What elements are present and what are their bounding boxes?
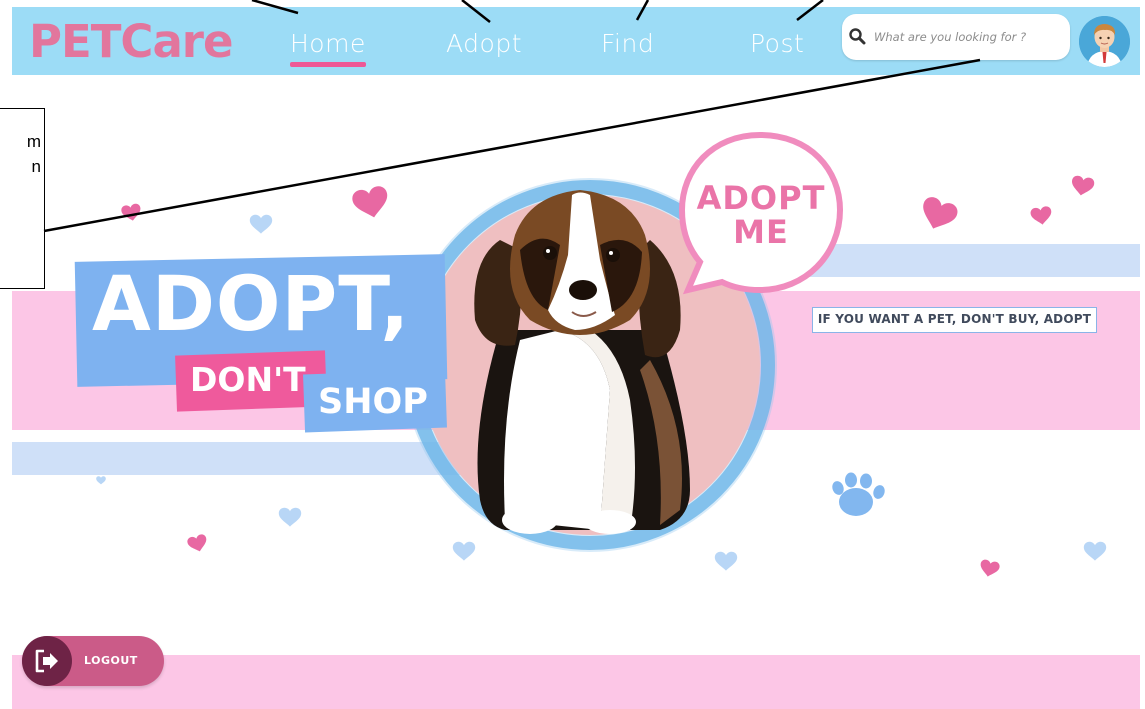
bubble-line-me: ME xyxy=(733,213,789,251)
annotation-box: m n xyxy=(0,108,45,289)
heart-icon xyxy=(978,558,1001,579)
heart-icon xyxy=(120,203,143,223)
heart-icon xyxy=(714,551,738,571)
paw-icon xyxy=(832,472,885,516)
heart-icon xyxy=(916,194,960,235)
heart-icon xyxy=(96,476,106,485)
annotation-text: m n xyxy=(26,132,41,176)
heart-icon xyxy=(350,184,392,222)
logout-button[interactable]: LOGOUT xyxy=(22,636,164,686)
heart-icon xyxy=(249,214,273,234)
logout-label: LOGOUT xyxy=(84,654,138,667)
heart-icon xyxy=(1029,205,1053,227)
headline-adopt: ADOPT, xyxy=(92,259,411,348)
headline-dont: DON'T xyxy=(190,360,306,399)
heart-icon xyxy=(1083,541,1107,561)
heart-icon xyxy=(452,541,476,561)
heart-icon xyxy=(278,507,302,527)
logout-icon[interactable] xyxy=(22,636,72,686)
logout-icon-wrap[interactable] xyxy=(22,636,72,686)
headline-shop: SHOP xyxy=(318,382,428,422)
bubble-text: ADOPT ME xyxy=(686,181,836,249)
bubble-line-adopt: ADOPT xyxy=(696,179,826,217)
heart-icon xyxy=(186,533,210,554)
heart-icon xyxy=(1069,174,1096,198)
tagline: IF YOU WANT A PET, DON'T BUY, ADOPT xyxy=(812,307,1097,333)
